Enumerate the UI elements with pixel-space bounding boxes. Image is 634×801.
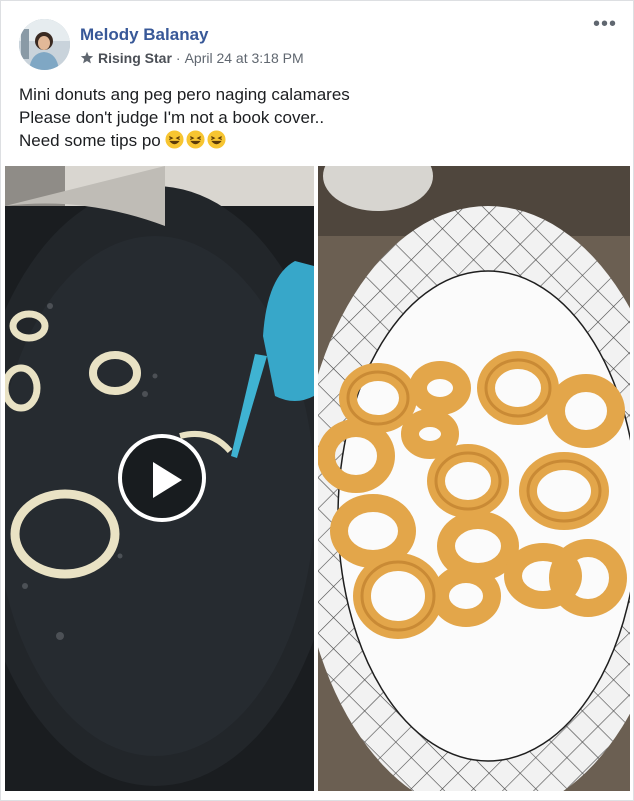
rising-star-icon (80, 51, 94, 64)
laughing-face-icon (165, 130, 185, 149)
meta-separator: · (175, 50, 181, 66)
rising-star-badge[interactable]: Rising Star (98, 50, 172, 66)
facebook-post: Melody Balanay Rising Star · April 24 at… (0, 0, 634, 801)
video-thumbnail[interactable] (5, 166, 314, 791)
post-timestamp[interactable]: April 24 at 3:18 PM (185, 50, 304, 66)
ellipsis-icon[interactable]: ••• (593, 14, 617, 34)
author-name[interactable]: Melody Balanay (80, 25, 209, 45)
author-avatar[interactable] (19, 19, 70, 70)
laughing-face-icon (186, 130, 206, 149)
post-line-2: Please don't judge I'm not a book cover.… (19, 108, 325, 127)
laughing-face-icon (207, 130, 227, 149)
food-photo[interactable] (318, 166, 630, 791)
post-line-1: Mini donuts ang peg pero naging calamare… (19, 85, 350, 104)
play-icon (153, 462, 182, 498)
post-meta: Rising Star · April 24 at 3:18 PM (80, 50, 304, 66)
play-button[interactable] (118, 434, 206, 522)
post-text: Mini donuts ang peg pero naging calamare… (19, 83, 350, 152)
post-line-3: Need some tips po (19, 131, 161, 150)
